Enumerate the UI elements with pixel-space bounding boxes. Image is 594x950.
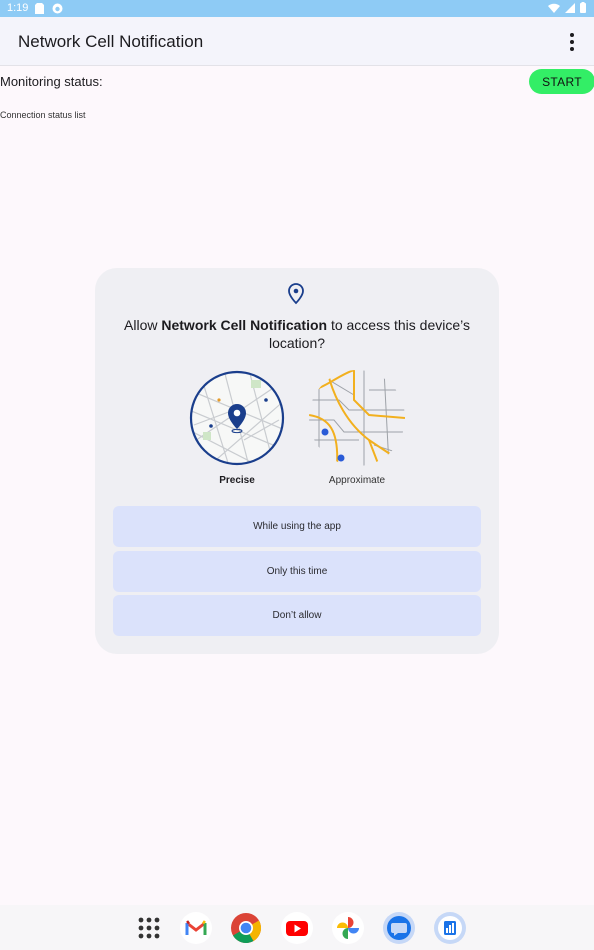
gmail-icon[interactable] [180, 912, 212, 944]
precise-label: Precise [219, 475, 255, 486]
approximate-location-option[interactable] [309, 370, 405, 466]
app-notification-icon [52, 3, 63, 14]
connection-status-list-label: Connection status list [0, 110, 86, 120]
precise-location-option[interactable] [189, 370, 285, 466]
dialog-title: Allow Network Cell Notification to acces… [124, 317, 470, 351]
network-cell-app-icon[interactable] [434, 912, 466, 944]
wifi-icon [548, 3, 560, 13]
status-bar: 1:19 [0, 0, 594, 17]
while-using-app-button[interactable]: While using the app [113, 506, 481, 547]
dialog-app-name: Network Cell Notification [161, 317, 328, 333]
sim-card-icon [35, 3, 44, 14]
app-dock [0, 905, 594, 950]
start-button[interactable]: START [529, 69, 594, 94]
only-this-time-button[interactable]: Only this time [113, 551, 481, 592]
app-bar: Network Cell Notification [0, 17, 594, 66]
dont-allow-button[interactable]: Don’t allow [113, 595, 481, 636]
status-time: 1:19 [7, 2, 29, 14]
youtube-icon[interactable] [281, 912, 313, 944]
approximate-label: Approximate [328, 475, 386, 486]
location-permission-dialog: Allow Network Cell Notification to acces… [95, 268, 499, 654]
chrome-icon[interactable] [230, 912, 262, 944]
more-options-icon[interactable] [564, 31, 580, 53]
location-pin-icon [288, 283, 304, 305]
app-title: Network Cell Notification [18, 32, 204, 51]
photos-icon[interactable] [332, 912, 364, 944]
app-drawer-icon[interactable] [133, 912, 165, 944]
messages-icon[interactable] [383, 912, 415, 944]
monitoring-status-label: Monitoring status: [0, 74, 103, 89]
battery-icon [580, 2, 586, 13]
signal-icon [565, 2, 575, 13]
